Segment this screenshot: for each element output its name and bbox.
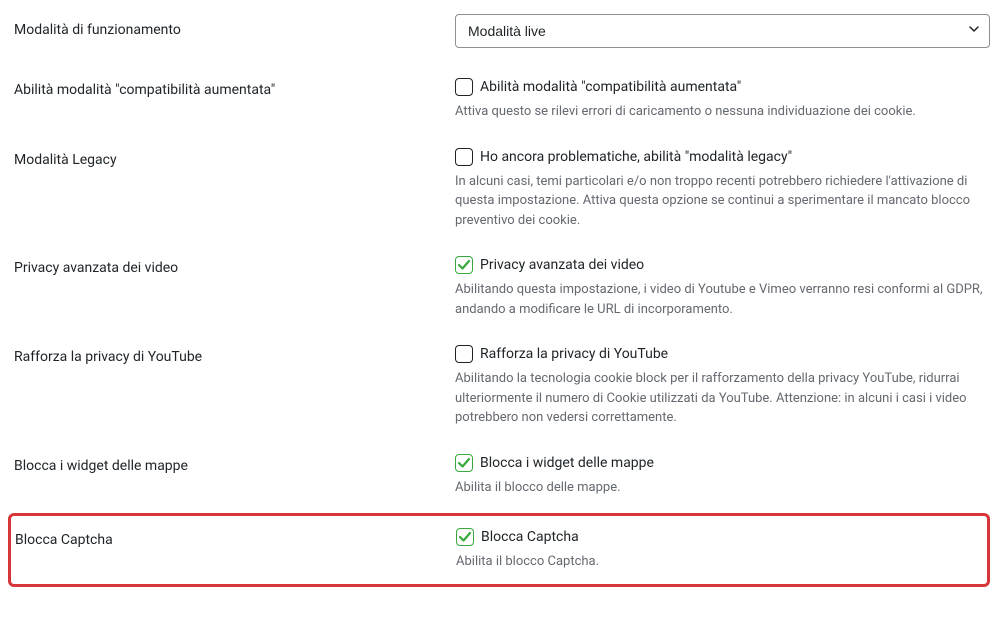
- checkbox-row-augmented-compat: Abilità modalità "compatibilità aumentat…: [455, 78, 990, 96]
- checkbox-row-legacy-mode: Ho ancora problematiche, abilità "modali…: [455, 148, 990, 166]
- checkbox-label-augmented-compat[interactable]: Abilità modalità "compatibilità aumentat…: [480, 79, 741, 95]
- checkbox-block-maps[interactable]: [455, 454, 473, 472]
- checkbox-row-block-maps: Blocca i widget delle mappe: [455, 454, 990, 472]
- settings-form: Modalità di funzionamento Modalità live …: [10, 10, 990, 587]
- control-augmented-compat: Abilità modalità "compatibilità aumentat…: [455, 78, 990, 122]
- label-youtube-privacy: Rafforza la privacy di YouTube: [10, 345, 455, 365]
- control-operation-mode: Modalità live: [455, 14, 990, 48]
- description-legacy-mode: In alcuni casi, temi particolari e/o non…: [455, 172, 990, 231]
- setting-row-legacy-mode: Modalità Legacy Ho ancora problematiche,…: [10, 132, 990, 241]
- control-block-captcha: Blocca Captcha Abilita il blocco Captcha…: [456, 528, 983, 572]
- checkbox-label-video-privacy[interactable]: Privacy avanzata dei video: [480, 257, 644, 273]
- checkbox-label-block-maps[interactable]: Blocca i widget delle mappe: [480, 455, 654, 471]
- checkbox-label-block-captcha[interactable]: Blocca Captcha: [481, 529, 579, 545]
- checkbox-row-video-privacy: Privacy avanzata dei video: [455, 256, 990, 274]
- label-block-captcha: Blocca Captcha: [11, 528, 456, 548]
- description-youtube-privacy: Abilitando la tecnologia cookie block pe…: [455, 369, 990, 428]
- checkbox-legacy-mode[interactable]: [455, 148, 473, 166]
- description-video-privacy: Abilitando questa impostazione, i video …: [455, 280, 990, 319]
- label-video-privacy: Privacy avanzata dei video: [10, 256, 455, 276]
- description-augmented-compat: Attiva questo se rilevi errori di carica…: [455, 102, 990, 122]
- control-video-privacy: Privacy avanzata dei video Abilitando qu…: [455, 256, 990, 319]
- select-operation-mode[interactable]: Modalità live: [455, 14, 990, 48]
- checkbox-row-block-captcha: Blocca Captcha: [456, 528, 983, 546]
- highlighted-row-block-captcha: Blocca Captcha Blocca Captcha Abilita il…: [8, 513, 990, 587]
- setting-row-block-maps: Blocca i widget delle mappe Blocca i wid…: [10, 438, 990, 508]
- setting-row-augmented-compat: Abilità modalità "compatibilità aumentat…: [10, 62, 990, 132]
- label-legacy-mode: Modalità Legacy: [10, 148, 455, 168]
- checkbox-video-privacy[interactable]: [455, 256, 473, 274]
- label-block-maps: Blocca i widget delle mappe: [10, 454, 455, 474]
- checkbox-label-legacy-mode[interactable]: Ho ancora problematiche, abilità "modali…: [480, 149, 792, 165]
- description-block-captcha: Abilita il blocco Captcha.: [456, 552, 983, 572]
- setting-row-block-captcha: Blocca Captcha Blocca Captcha Abilita il…: [11, 528, 983, 572]
- control-block-maps: Blocca i widget delle mappe Abilita il b…: [455, 454, 990, 498]
- setting-row-operation-mode: Modalità di funzionamento Modalità live: [10, 10, 990, 62]
- setting-row-youtube-privacy: Rafforza la privacy di YouTube Rafforza …: [10, 329, 990, 438]
- checkbox-youtube-privacy[interactable]: [455, 345, 473, 363]
- control-legacy-mode: Ho ancora problematiche, abilità "modali…: [455, 148, 990, 231]
- checkbox-augmented-compat[interactable]: [455, 78, 473, 96]
- label-operation-mode: Modalità di funzionamento: [10, 14, 455, 38]
- select-wrapper: Modalità live: [455, 14, 990, 48]
- label-augmented-compat: Abilità modalità "compatibilità aumentat…: [10, 78, 455, 98]
- checkbox-label-youtube-privacy[interactable]: Rafforza la privacy di YouTube: [480, 346, 668, 362]
- description-block-maps: Abilita il blocco delle mappe.: [455, 478, 990, 498]
- checkbox-row-youtube-privacy: Rafforza la privacy di YouTube: [455, 345, 990, 363]
- control-youtube-privacy: Rafforza la privacy di YouTube Abilitand…: [455, 345, 990, 428]
- checkbox-block-captcha[interactable]: [456, 528, 474, 546]
- setting-row-video-privacy: Privacy avanzata dei video Privacy avanz…: [10, 240, 990, 329]
